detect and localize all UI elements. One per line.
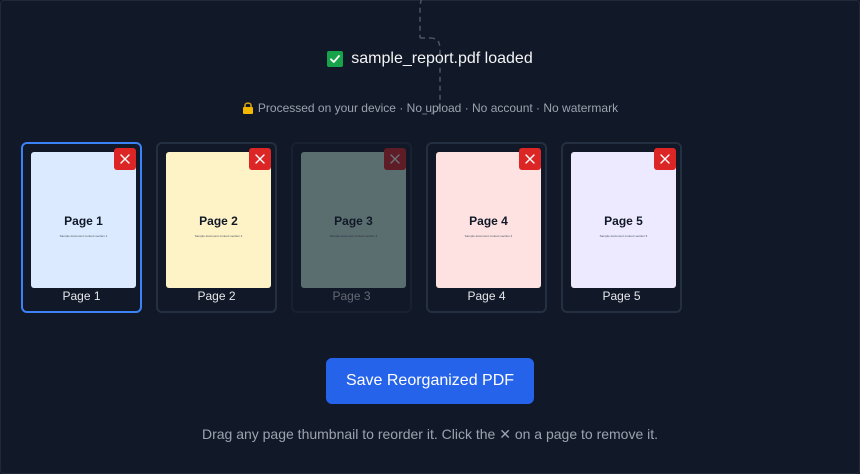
remove-page-button[interactable] xyxy=(519,148,541,170)
page-thumbnail-list: Page 1 Sample document content section 1… xyxy=(21,142,682,313)
page-thumbnail[interactable]: Page 4 Sample document content section 4 xyxy=(436,152,541,288)
remove-page-button[interactable] xyxy=(249,148,271,170)
thumbnail-title: Page 3 xyxy=(334,214,373,228)
thumbnail-subtitle: Sample document content section 2 xyxy=(194,234,243,238)
file-loaded-status: sample_report.pdf loaded xyxy=(0,50,860,68)
page-label: Page 1 xyxy=(62,289,101,303)
page-label: Page 3 xyxy=(332,289,371,303)
page-thumbnail[interactable]: Page 3 Sample document content section 3 xyxy=(301,152,406,288)
thumbnail-title: Page 5 xyxy=(604,214,643,228)
thumbnail-subtitle: Sample document content section 3 xyxy=(329,234,378,238)
privacy-text: Processed on your device · No upload · N… xyxy=(257,101,619,115)
remove-page-button[interactable] xyxy=(114,148,136,170)
thumbnail-subtitle: Sample document content section 4 xyxy=(464,234,513,238)
thumbnail-subtitle: Sample document content section 5 xyxy=(599,234,648,238)
page-thumbnail[interactable]: Page 5 Sample document content section 5 xyxy=(571,152,676,288)
close-icon xyxy=(255,154,265,164)
remove-page-button[interactable] xyxy=(654,148,676,170)
save-reorganized-pdf-button[interactable]: Save Reorganized PDF xyxy=(326,358,534,404)
thumbnail-subtitle: Sample document content section 1 xyxy=(59,234,108,238)
page-card-1[interactable]: Page 1 Sample document content section 1… xyxy=(21,142,142,313)
page-card-4[interactable]: Page 4 Sample document content section 4… xyxy=(426,142,547,313)
thumbnail-title: Page 4 xyxy=(469,214,508,228)
privacy-note: Processed on your device · No upload · N… xyxy=(0,101,860,115)
remove-page-button[interactable] xyxy=(384,148,406,170)
instructions-hint: Drag any page thumbnail to reorder it. C… xyxy=(201,426,659,442)
loaded-filename-text: sample_report.pdf loaded xyxy=(351,50,533,67)
page-label: Page 5 xyxy=(602,289,641,303)
page-card-2[interactable]: Page 2 Sample document content section 2… xyxy=(156,142,277,313)
page-thumbnail[interactable]: Page 1 Sample document content section 1 xyxy=(31,152,136,288)
page-label: Page 2 xyxy=(197,289,236,303)
page-card-5[interactable]: Page 5 Sample document content section 5… xyxy=(561,142,682,313)
check-box-icon xyxy=(327,51,344,67)
close-icon xyxy=(525,154,535,164)
page-card-3[interactable]: Page 3 Sample document content section 3… xyxy=(291,142,412,313)
page-label: Page 4 xyxy=(467,289,506,303)
page-thumbnail[interactable]: Page 2 Sample document content section 2 xyxy=(166,152,271,288)
thumbnail-title: Page 2 xyxy=(199,214,238,228)
lock-icon xyxy=(242,101,254,115)
close-icon xyxy=(120,154,130,164)
close-icon xyxy=(390,154,400,164)
thumbnail-title: Page 1 xyxy=(64,214,103,228)
close-icon xyxy=(660,154,670,164)
